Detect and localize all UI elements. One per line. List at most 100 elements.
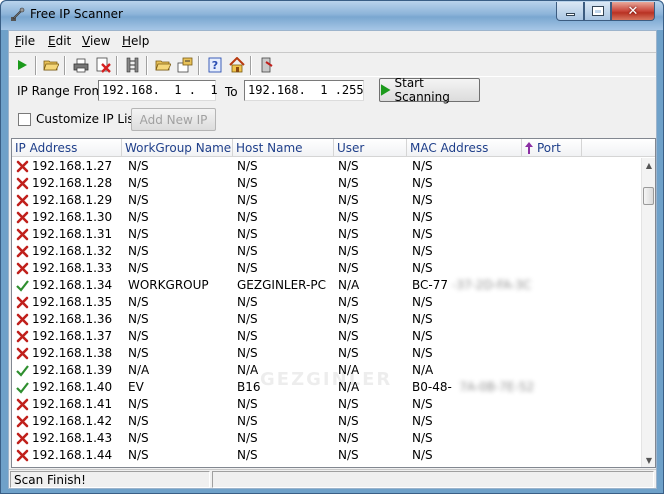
close-button[interactable]: ✕: [611, 2, 655, 21]
ip-from-input[interactable]: 192.168. 1 . 1: [98, 80, 218, 101]
scan-results-list[interactable]: IP Address WorkGroup Name Host Name User…: [11, 138, 656, 468]
column-header-ip-address[interactable]: IP Address: [12, 139, 122, 157]
menu-file[interactable]: File: [15, 34, 35, 48]
start-scanning-label: Start Scanning: [394, 76, 450, 104]
column-header-user[interactable]: User: [334, 139, 407, 157]
home-icon[interactable]: [228, 56, 246, 74]
cross-icon: [16, 262, 29, 275]
list-rows: 192.168.1.27 N/S N/S N/S N/S 192.168.1.28 N/S N…: [12, 158, 641, 467]
cross-icon: [16, 347, 29, 360]
vertical-scrollbar[interactable]: ▲ ▼: [641, 158, 655, 467]
menu-help[interactable]: Help: [122, 34, 149, 48]
scroll-up-icon[interactable]: ▲: [642, 158, 656, 172]
cross-icon: [16, 432, 29, 445]
user-cell: N/S: [338, 346, 359, 360]
folder-icon[interactable]: [154, 56, 172, 74]
ip-address-cell: 192.168.1.30: [32, 210, 113, 224]
workgroup-cell: N/S: [128, 312, 149, 326]
host-name-cell: N/S: [237, 244, 258, 258]
column-header-host-name[interactable]: Host Name: [233, 139, 334, 157]
workgroup-cell: N/S: [128, 244, 149, 258]
ip-address-cell: 192.168.1.33: [32, 261, 113, 275]
help-icon[interactable]: ?: [206, 56, 224, 74]
play-icon: [380, 84, 391, 96]
delete-icon[interactable]: [94, 56, 112, 74]
table-row[interactable]: 192.168.1.36 N/S N/S N/S N/S: [12, 311, 641, 328]
ip-address-cell: 192.168.1.44: [32, 448, 113, 462]
minimize-button[interactable]: [556, 2, 584, 21]
cross-icon: [16, 228, 29, 241]
user-cell: N/S: [338, 193, 359, 207]
toolbar-separator: [35, 56, 37, 75]
column-header-mac-address[interactable]: MAC Address: [407, 139, 522, 157]
table-row[interactable]: 192.168.1.32 N/S N/S N/S N/S: [12, 243, 641, 260]
print-icon[interactable]: [72, 56, 90, 74]
host-name-cell: N/S: [237, 448, 258, 462]
table-row[interactable]: 192.168.1.27 N/S N/S N/S N/S: [12, 158, 641, 175]
user-cell: N/S: [338, 227, 359, 241]
cross-icon: [16, 415, 29, 428]
network-icon[interactable]: [124, 56, 142, 74]
play-icon[interactable]: [13, 56, 31, 74]
mac-address-cell: N/S: [412, 431, 433, 445]
table-row[interactable]: 192.168.1.31 N/S N/S N/S N/S: [12, 226, 641, 243]
host-name-cell: N/S: [237, 312, 258, 326]
cross-icon: [16, 449, 29, 462]
mac-address-cell: N/S: [412, 159, 433, 173]
mac-address-redacted-wrap: 7A-0B-7E-52: [455, 380, 534, 394]
ip-address-cell: 192.168.1.39: [32, 363, 113, 377]
ip-address-cell: 192.168.1.28: [32, 176, 113, 190]
table-row[interactable]: 192.168.1.41 N/S N/S N/S N/S: [12, 396, 641, 413]
exit-icon[interactable]: [258, 56, 276, 74]
mac-address-cell: N/S: [412, 397, 433, 411]
table-row[interactable]: 192.168.1.29 N/S N/S N/S N/S: [12, 192, 641, 209]
mac-address-cell: N/S: [412, 261, 433, 275]
host-name-cell: N/S: [237, 414, 258, 428]
scroll-thumb[interactable]: [643, 187, 654, 205]
port-column-label: Port: [537, 141, 561, 155]
user-cell: N/S: [338, 295, 359, 309]
start-scanning-button[interactable]: Start Scanning: [379, 76, 480, 104]
scroll-down-icon[interactable]: ▼: [642, 453, 656, 467]
ip-to-input[interactable]: 192.168. 1 .255: [244, 80, 364, 101]
title-bar[interactable]: Free IP Scanner ✕: [1, 1, 663, 30]
toolbar: ?: [9, 52, 656, 77]
table-row[interactable]: 192.168.1.35 N/S N/S N/S N/S: [12, 294, 641, 311]
mac-address-cell: BC-77: [412, 278, 448, 292]
table-row[interactable]: 192.168.1.44 N/S N/S N/S N/S: [12, 447, 641, 464]
cross-icon: [16, 211, 29, 224]
customize-ip-list-checkbox[interactable]: [18, 113, 31, 126]
user-cell: N/S: [338, 431, 359, 445]
open-folder-icon[interactable]: [42, 56, 60, 74]
table-row[interactable]: 192.168.1.42 N/S N/S N/S N/S: [12, 413, 641, 430]
column-header-workgroup-name[interactable]: WorkGroup Name: [122, 139, 233, 157]
toolbar-separator: [64, 56, 66, 75]
menu-view[interactable]: View: [82, 34, 110, 48]
workgroup-cell: N/S: [128, 159, 149, 173]
customize-ip-list-label: Customize IP List: [36, 112, 139, 126]
table-row[interactable]: 192.168.1.43 N/S N/S N/S N/S: [12, 430, 641, 447]
export-icon[interactable]: [176, 56, 194, 74]
maximize-button[interactable]: [584, 2, 611, 21]
cross-icon: [16, 330, 29, 343]
menu-edit[interactable]: Edit: [48, 34, 71, 48]
mac-address-cell: N/S: [412, 448, 433, 462]
table-row[interactable]: 192.168.1.30 N/S N/S N/S N/S: [12, 209, 641, 226]
column-header-port[interactable]: Port: [522, 139, 582, 157]
table-row[interactable]: 192.168.1.34 WORKGROUP GEZGINLER-PC N/A BC-7…: [12, 277, 641, 294]
table-row[interactable]: 192.168.1.28 N/S N/S N/S N/S: [12, 175, 641, 192]
table-row[interactable]: 192.168.1.38 N/S N/S N/S N/S: [12, 345, 641, 362]
ip-range-from-label: IP Range From: [17, 84, 104, 98]
workgroup-cell: N/S: [128, 193, 149, 207]
user-cell: N/S: [338, 414, 359, 428]
status-text: Scan Finish!: [10, 471, 210, 488]
user-cell: N/S: [338, 448, 359, 462]
table-row[interactable]: 192.168.1.37 N/S N/S N/S N/S: [12, 328, 641, 345]
ip-address-cell: 192.168.1.37: [32, 329, 113, 343]
mac-address-cell: N/S: [412, 329, 433, 343]
workgroup-cell: N/S: [128, 431, 149, 445]
ip-address-cell: 192.168.1.29: [32, 193, 113, 207]
add-new-ip-button[interactable]: Add New IP: [131, 108, 216, 131]
list-header: IP Address WorkGroup Name Host Name User…: [12, 139, 655, 157]
table-row[interactable]: 192.168.1.33 N/S N/S N/S N/S: [12, 260, 641, 277]
